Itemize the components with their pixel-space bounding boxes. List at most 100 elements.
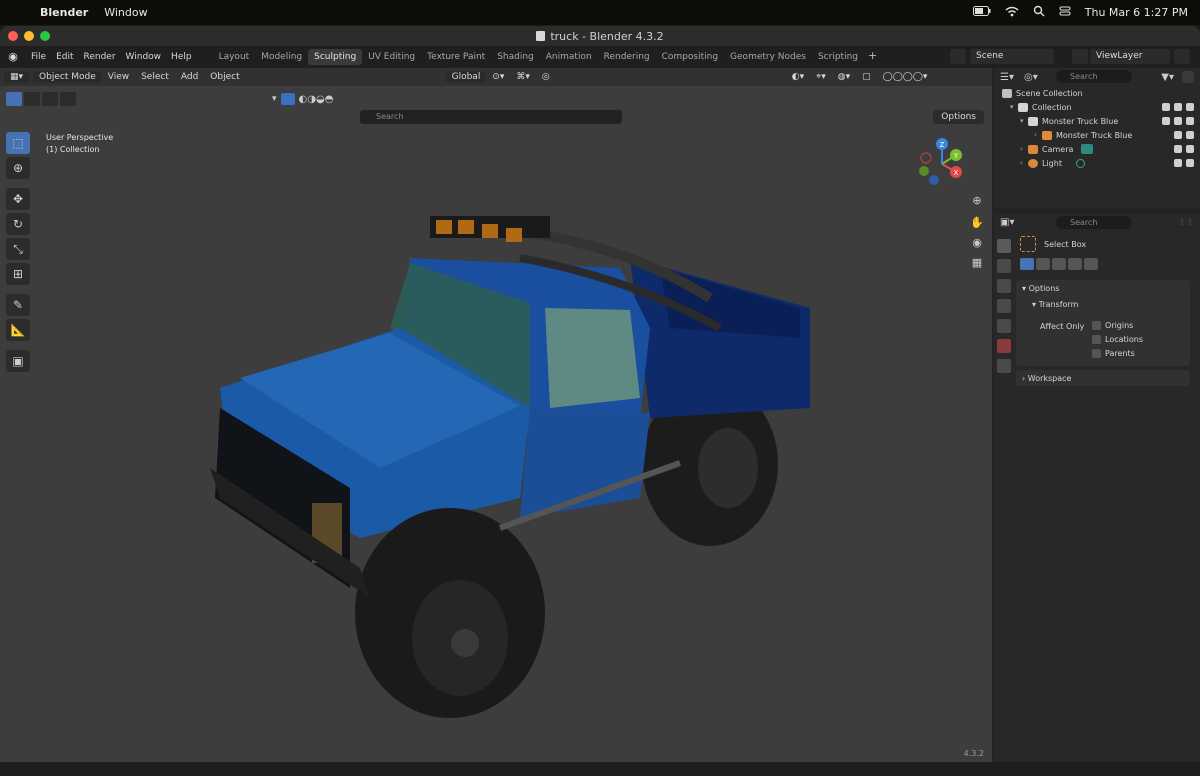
view-layer-tab-icon[interactable]	[997, 299, 1011, 313]
add-workspace-button[interactable]: +	[864, 49, 881, 65]
select-mode-intersect-icon[interactable]	[60, 92, 76, 106]
properties-search-input[interactable]: Search	[1056, 216, 1132, 229]
camera-data-icon[interactable]	[1081, 144, 1094, 154]
zoom-window-button[interactable]	[40, 31, 50, 41]
mode-intersect-button[interactable]	[1084, 258, 1098, 270]
camera-render-icon[interactable]	[1186, 159, 1194, 167]
select-mode-subtract-icon[interactable]	[42, 92, 58, 106]
3d-viewport[interactable]: ▦▾ Object Mode View Select Add Object Gl…	[0, 68, 992, 762]
filter-icon[interactable]: ▼▾	[1161, 72, 1174, 83]
grid-ortho-icon[interactable]: ▦	[968, 254, 986, 272]
eye-icon[interactable]	[1174, 145, 1182, 153]
gizmo-toggle-icon[interactable]: ⌖▾	[810, 70, 832, 84]
eye-icon[interactable]	[1174, 131, 1182, 139]
outliner-row-camera[interactable]: › Camera	[994, 142, 1200, 156]
scale-tool[interactable]: ⤡	[6, 238, 30, 260]
collection-tab-icon[interactable]	[997, 359, 1011, 373]
tab-shading[interactable]: Shading	[491, 49, 540, 65]
scene-selector[interactable]: Scene	[970, 49, 1054, 64]
outliner-row-light[interactable]: › Light	[994, 156, 1200, 170]
apple-icon[interactable]	[14, 6, 26, 19]
tab-modeling[interactable]: Modeling	[255, 49, 308, 65]
parents-checkbox-row[interactable]: Parents	[1092, 349, 1135, 358]
tab-animation[interactable]: Animation	[540, 49, 598, 65]
viewport-menu-add[interactable]: Add	[175, 70, 204, 84]
mode-difference-button[interactable]	[1068, 258, 1082, 270]
tab-uv-editing[interactable]: UV Editing	[362, 49, 421, 65]
menu-help[interactable]: Help	[166, 52, 197, 62]
viewlayer-selector[interactable]: ViewLayer	[1090, 49, 1170, 64]
menu-window[interactable]: Window	[121, 52, 167, 62]
pan-hand-icon[interactable]: ✋	[968, 214, 986, 232]
expand-chevron-icon[interactable]: ›	[1020, 159, 1028, 167]
select-box-tool[interactable]: ⬚	[6, 132, 30, 154]
snap-icon[interactable]: ⌘▾	[510, 70, 536, 84]
app-menu-blender[interactable]: Blender	[40, 6, 88, 19]
tab-geometry-nodes[interactable]: Geometry Nodes	[724, 49, 812, 65]
new-viewlayer-button[interactable]	[1174, 49, 1190, 64]
shading-modes-icon[interactable]: ◯◯◯◯▾	[877, 70, 934, 84]
options-header[interactable]: ▾ Options	[1016, 280, 1190, 297]
expand-chevron-icon[interactable]: ›	[1034, 131, 1042, 139]
visibility-icon[interactable]: ◐▾	[786, 70, 810, 84]
zoom-icon[interactable]: ⊕	[968, 192, 986, 210]
add-cube-tool[interactable]: ▣	[6, 350, 30, 372]
origins-checkbox[interactable]	[1092, 321, 1101, 330]
battery-icon[interactable]	[972, 6, 991, 19]
blender-logo-icon[interactable]: ◉	[6, 50, 20, 64]
tab-scripting[interactable]: Scripting	[812, 49, 864, 65]
properties-editor-type-icon[interactable]: ▣▾	[1000, 217, 1014, 228]
new-collection-button[interactable]	[1182, 71, 1194, 83]
select-mode-new-icon[interactable]	[6, 92, 22, 106]
filter-types-icon[interactable]: ◐◑◒◓	[299, 94, 334, 105]
checkbox-icon[interactable]	[1162, 103, 1170, 111]
menu-window[interactable]: Window	[104, 6, 147, 19]
filter-collapse-icon[interactable]: ▾	[272, 94, 277, 104]
viewport-menu-select[interactable]: Select	[135, 70, 175, 84]
menu-file[interactable]: File	[26, 52, 51, 62]
wifi-icon[interactable]	[1005, 6, 1019, 20]
xray-icon[interactable]: ▢	[856, 70, 877, 84]
mode-set-button[interactable]	[1020, 258, 1034, 270]
close-window-button[interactable]	[8, 31, 18, 41]
expand-chevron-icon[interactable]: ▾	[1010, 103, 1018, 111]
transform-subheader[interactable]: ▾ Transform	[1016, 297, 1190, 312]
tab-texture-paint[interactable]: Texture Paint	[421, 49, 491, 65]
minimize-window-button[interactable]	[24, 31, 34, 41]
tool-tab-icon[interactable]	[997, 239, 1011, 253]
eye-icon[interactable]	[1174, 103, 1182, 111]
scene-tab-icon[interactable]	[997, 319, 1011, 333]
monster-truck-model[interactable]	[200, 168, 820, 728]
viewport-menu-object[interactable]: Object	[204, 70, 245, 84]
mode-subtract-button[interactable]	[1052, 258, 1066, 270]
transform-tool[interactable]: ⊞	[6, 263, 30, 285]
outliner-row-monster-truck-mesh[interactable]: › Monster Truck Blue	[994, 128, 1200, 142]
camera-render-icon[interactable]	[1186, 131, 1194, 139]
transform-orientation-selector[interactable]: Global	[445, 71, 487, 83]
outliner-row-scene-collection[interactable]: Scene Collection	[994, 86, 1200, 100]
editor-type-button[interactable]: ▦▾	[4, 71, 30, 83]
move-tool[interactable]: ✥	[6, 188, 30, 210]
tab-rendering[interactable]: Rendering	[598, 49, 656, 65]
render-tab-icon[interactable]	[997, 259, 1011, 273]
cursor-tool[interactable]: ⊕	[6, 157, 30, 179]
outliner-search-input[interactable]: Search	[1056, 70, 1132, 83]
navigation-gizmo[interactable]: X Y Z	[912, 134, 972, 194]
measure-tool[interactable]: 📐	[6, 319, 30, 341]
annotate-tool[interactable]: ✎	[6, 294, 30, 316]
output-tab-icon[interactable]	[997, 279, 1011, 293]
origins-checkbox-row[interactable]: Origins	[1092, 321, 1133, 330]
scene-type-icon[interactable]	[950, 49, 966, 64]
viewport-menu-view[interactable]: View	[102, 70, 135, 84]
control-center-icon[interactable]	[1059, 5, 1071, 20]
camera-view-icon[interactable]: ◉	[968, 234, 986, 252]
select-mode-extend-icon[interactable]	[24, 92, 40, 106]
light-data-icon[interactable]	[1075, 158, 1085, 168]
camera-render-icon[interactable]	[1186, 103, 1194, 111]
eye-icon[interactable]	[1174, 159, 1182, 167]
expand-chevron-icon[interactable]: ›	[1020, 145, 1028, 153]
viewlayer-icon[interactable]	[1072, 49, 1088, 64]
checkbox-icon[interactable]	[1162, 117, 1170, 125]
camera-render-icon[interactable]	[1186, 145, 1194, 153]
object-type-filter-icon[interactable]	[280, 93, 295, 105]
